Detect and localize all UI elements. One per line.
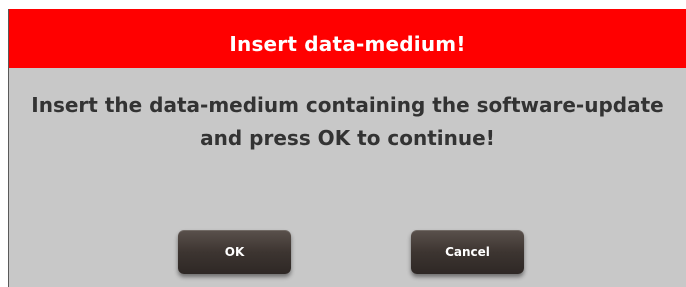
ok-button-label: OK <box>224 245 245 259</box>
dialog-message: Insert the data-medium containing the so… <box>9 89 686 155</box>
dialog-message-line-2: and press OK to continue! <box>200 126 495 150</box>
cancel-button-label: Cancel <box>445 245 490 259</box>
dialog-title: Insert data-medium! <box>229 31 466 56</box>
ok-button[interactable]: OK <box>178 230 291 274</box>
insert-medium-dialog: Insert data-medium! Insert the data-medi… <box>8 9 686 287</box>
dialog-title-bar: Insert data-medium! <box>9 9 686 68</box>
dialog-message-line-1: Insert the data-medium containing the so… <box>31 93 664 117</box>
cancel-button[interactable]: Cancel <box>411 230 524 274</box>
